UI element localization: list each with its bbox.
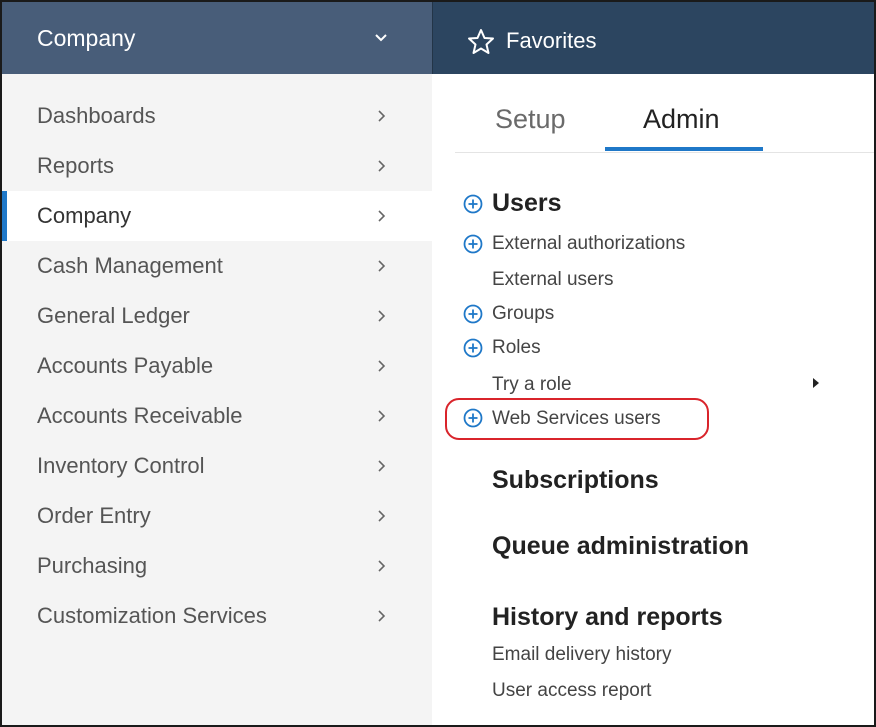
expand-plus-icon[interactable] — [463, 338, 483, 358]
sidebar-item-reports[interactable]: Reports — [2, 141, 432, 191]
email-delivery-history-link[interactable]: Email delivery history — [492, 644, 672, 666]
chevron-right-icon — [378, 560, 386, 572]
active-tab-indicator — [605, 147, 763, 151]
sidebar-item-label: Reports — [37, 153, 115, 178]
favorites-label: Favorites — [506, 28, 597, 53]
chevron-right-icon — [378, 510, 386, 522]
sidebar-item-order-entry[interactable]: Order Entry — [2, 491, 432, 541]
tab-bar: Setup Admin — [455, 74, 874, 154]
subscriptions-heading[interactable]: Subscriptions — [492, 466, 659, 495]
module-title: Company — [37, 25, 136, 51]
chevron-right-icon — [378, 260, 386, 272]
tab-divider — [455, 152, 874, 153]
sidebar-item-label: Company — [37, 203, 132, 228]
app-frame: Company Favorites Dashboards Reports Com… — [0, 0, 876, 727]
chevron-right-icon — [378, 610, 386, 622]
star-icon — [468, 29, 494, 54]
module-header[interactable]: Company — [2, 2, 432, 74]
external-authorizations-link[interactable]: External authorizations — [492, 233, 685, 255]
sidebar-item-label: Cash Management — [37, 253, 223, 278]
sidebar-item-label: Customization Services — [37, 603, 267, 628]
expand-plus-icon[interactable] — [463, 234, 483, 254]
tab-setup[interactable]: Setup — [495, 104, 566, 135]
chevron-right-icon — [378, 460, 386, 472]
sidebar-item-accounts-receivable[interactable]: Accounts Receivable — [2, 391, 432, 441]
sidebar-item-dashboards[interactable]: Dashboards — [2, 91, 432, 141]
sidebar-item-label: Inventory Control — [37, 453, 205, 478]
roles-link[interactable]: Roles — [492, 337, 541, 359]
users-heading[interactable]: Users — [492, 189, 562, 218]
groups-link[interactable]: Groups — [492, 303, 554, 325]
sidebar-item-customization-services[interactable]: Customization Services — [2, 591, 432, 641]
sidebar-item-cash-management[interactable]: Cash Management — [2, 241, 432, 291]
expand-plus-icon[interactable] — [463, 194, 483, 214]
history-and-reports-heading: History and reports — [492, 603, 723, 631]
tab-admin[interactable]: Admin — [643, 104, 720, 135]
sidebar-nav: Dashboards Reports Company Cash Manageme… — [2, 74, 432, 725]
sidebar-item-accounts-payable[interactable]: Accounts Payable — [2, 341, 432, 391]
chevron-down-icon[interactable] — [374, 31, 388, 45]
chevron-right-icon — [378, 210, 386, 222]
chevron-right-icon — [378, 310, 386, 322]
sidebar-item-label: Order Entry — [37, 503, 151, 528]
caret-right-icon[interactable] — [812, 377, 820, 389]
chevron-right-icon — [378, 360, 386, 372]
queue-administration-heading[interactable]: Queue administration — [492, 532, 749, 561]
web-services-users-link[interactable]: Web Services users — [492, 408, 661, 430]
chevron-right-icon — [378, 110, 386, 122]
sidebar-item-label: General Ledger — [37, 303, 190, 328]
expand-plus-icon[interactable] — [463, 304, 483, 324]
sidebar-item-label: Purchasing — [37, 553, 148, 578]
chevron-right-icon — [378, 160, 386, 172]
sidebar-item-company[interactable]: Company — [2, 191, 432, 241]
sidebar-item-label: Dashboards — [37, 103, 156, 128]
external-users-link[interactable]: External users — [492, 269, 613, 291]
sidebar-item-inventory-control[interactable]: Inventory Control — [2, 441, 432, 491]
sidebar-item-general-ledger[interactable]: General Ledger — [2, 291, 432, 341]
sidebar-item-label: Accounts Receivable — [37, 403, 243, 428]
expand-plus-icon[interactable] — [463, 408, 483, 428]
user-access-report-link[interactable]: User access report — [492, 680, 651, 702]
sidebar-item-label: Accounts Payable — [37, 353, 214, 378]
sidebar-item-purchasing[interactable]: Purchasing — [2, 541, 432, 591]
favorites-header[interactable]: Favorites — [432, 2, 874, 74]
chevron-right-icon — [378, 410, 386, 422]
try-a-role-link[interactable]: Try a role — [492, 374, 572, 396]
